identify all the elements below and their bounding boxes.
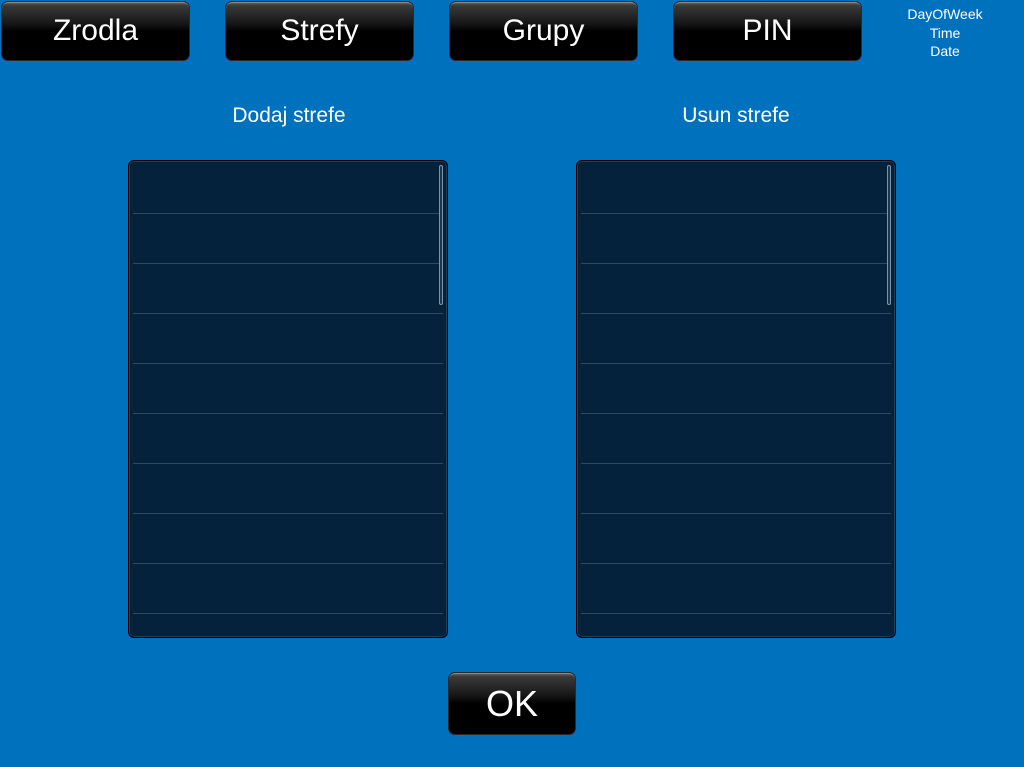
list-row-divider: [133, 413, 443, 414]
list-row-divider: [581, 413, 891, 414]
list-row-divider: [133, 463, 443, 464]
add-zone-title: Dodaj strefe: [232, 104, 346, 127]
ok-button[interactable]: OK: [448, 672, 576, 735]
list-row-divider: [133, 513, 443, 514]
add-zone-scrollbar[interactable]: [439, 165, 443, 305]
list-row-divider: [581, 263, 891, 264]
remove-zone-scrollbar[interactable]: [887, 165, 891, 305]
list-row-divider: [581, 213, 891, 214]
list-row-divider: [133, 213, 443, 214]
list-row-divider: [133, 563, 443, 564]
date-label: Date: [930, 43, 960, 59]
sources-button[interactable]: Zrodla: [1, 1, 190, 61]
list-row-divider: [133, 613, 443, 614]
list-row-divider: [133, 363, 443, 364]
day-of-week-label: DayOfWeek: [907, 6, 983, 22]
zones-button[interactable]: Strefy: [225, 1, 414, 61]
remove-zone-list[interactable]: [576, 160, 896, 638]
list-row-divider: [581, 363, 891, 364]
list-row-divider: [133, 263, 443, 264]
pin-button[interactable]: PIN: [673, 1, 862, 61]
list-row-divider: [581, 563, 891, 564]
add-zone-list[interactable]: [128, 160, 448, 638]
list-row-divider: [581, 513, 891, 514]
list-row-divider: [133, 313, 443, 314]
clock-display: DayOfWeek Time Date: [885, 5, 1005, 61]
list-row-divider: [581, 613, 891, 614]
time-label: Time: [929, 24, 961, 41]
groups-button[interactable]: Grupy: [449, 1, 638, 61]
remove-zone-title: Usun strefe: [682, 104, 790, 127]
list-row-divider: [581, 463, 891, 464]
list-row-divider: [581, 313, 891, 314]
